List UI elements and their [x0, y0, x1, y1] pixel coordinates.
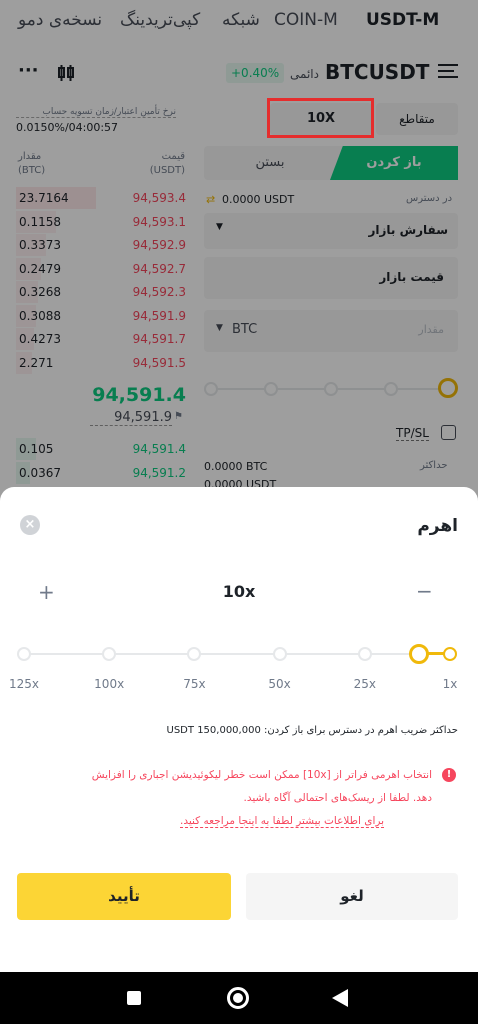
- leverage-slider-handle[interactable]: [409, 644, 430, 664]
- warning-link[interactable]: برای اطلاعات بیشتر لطفا به اینجا مراجعه …: [180, 815, 385, 828]
- leverage-mark-label: 1x: [442, 677, 458, 691]
- leverage-value[interactable]: 10x: [184, 582, 294, 601]
- warning-icon: !: [442, 768, 456, 782]
- home-icon[interactable]: [227, 987, 249, 1009]
- cancel-button[interactable]: لغو: [246, 873, 458, 920]
- leverage-sheet: اهرم × + 10x − 1x 25x 50x 75x 100x 125x حداکث…: [0, 487, 478, 972]
- plus-button[interactable]: +: [38, 580, 55, 604]
- system-nav-bar: [0, 972, 478, 1024]
- recents-icon[interactable]: [127, 991, 141, 1005]
- leverage-mark-dot[interactable]: [102, 647, 117, 661]
- back-icon[interactable]: [330, 988, 350, 1008]
- leverage-highlight-box: [267, 98, 374, 138]
- leverage-mark-dot[interactable]: [17, 647, 31, 661]
- leverage-mark-label: 50x: [268, 677, 291, 691]
- leverage-mark-dot[interactable]: [443, 647, 457, 661]
- warning-line-1: انتخاب اهرمی فراتر از [10x] ممکن است خطر…: [91, 769, 432, 781]
- warning-line-2: دهد. لطفا از ریسک‌های احتمالی آگاه باشید…: [243, 792, 432, 804]
- leverage-slider-track[interactable]: [24, 653, 454, 655]
- leverage-mark-label: 25x: [353, 677, 376, 691]
- leverage-mark-label: 100x: [94, 677, 125, 691]
- max-position-note: حداکثر ضریب اهرم در دسترس برای باز کردن:…: [166, 725, 458, 736]
- leverage-mark-label: 125x: [8, 677, 39, 691]
- leverage-mark-label: 75x: [183, 677, 206, 691]
- leverage-mark-dot[interactable]: [357, 647, 372, 661]
- leverage-mark-dot[interactable]: [187, 647, 202, 661]
- sheet-title: اهرم: [417, 516, 458, 536]
- minus-button[interactable]: −: [416, 579, 433, 603]
- close-icon[interactable]: ×: [20, 515, 40, 535]
- confirm-button[interactable]: تأیید: [17, 873, 231, 920]
- leverage-mark-dot[interactable]: [272, 647, 287, 661]
